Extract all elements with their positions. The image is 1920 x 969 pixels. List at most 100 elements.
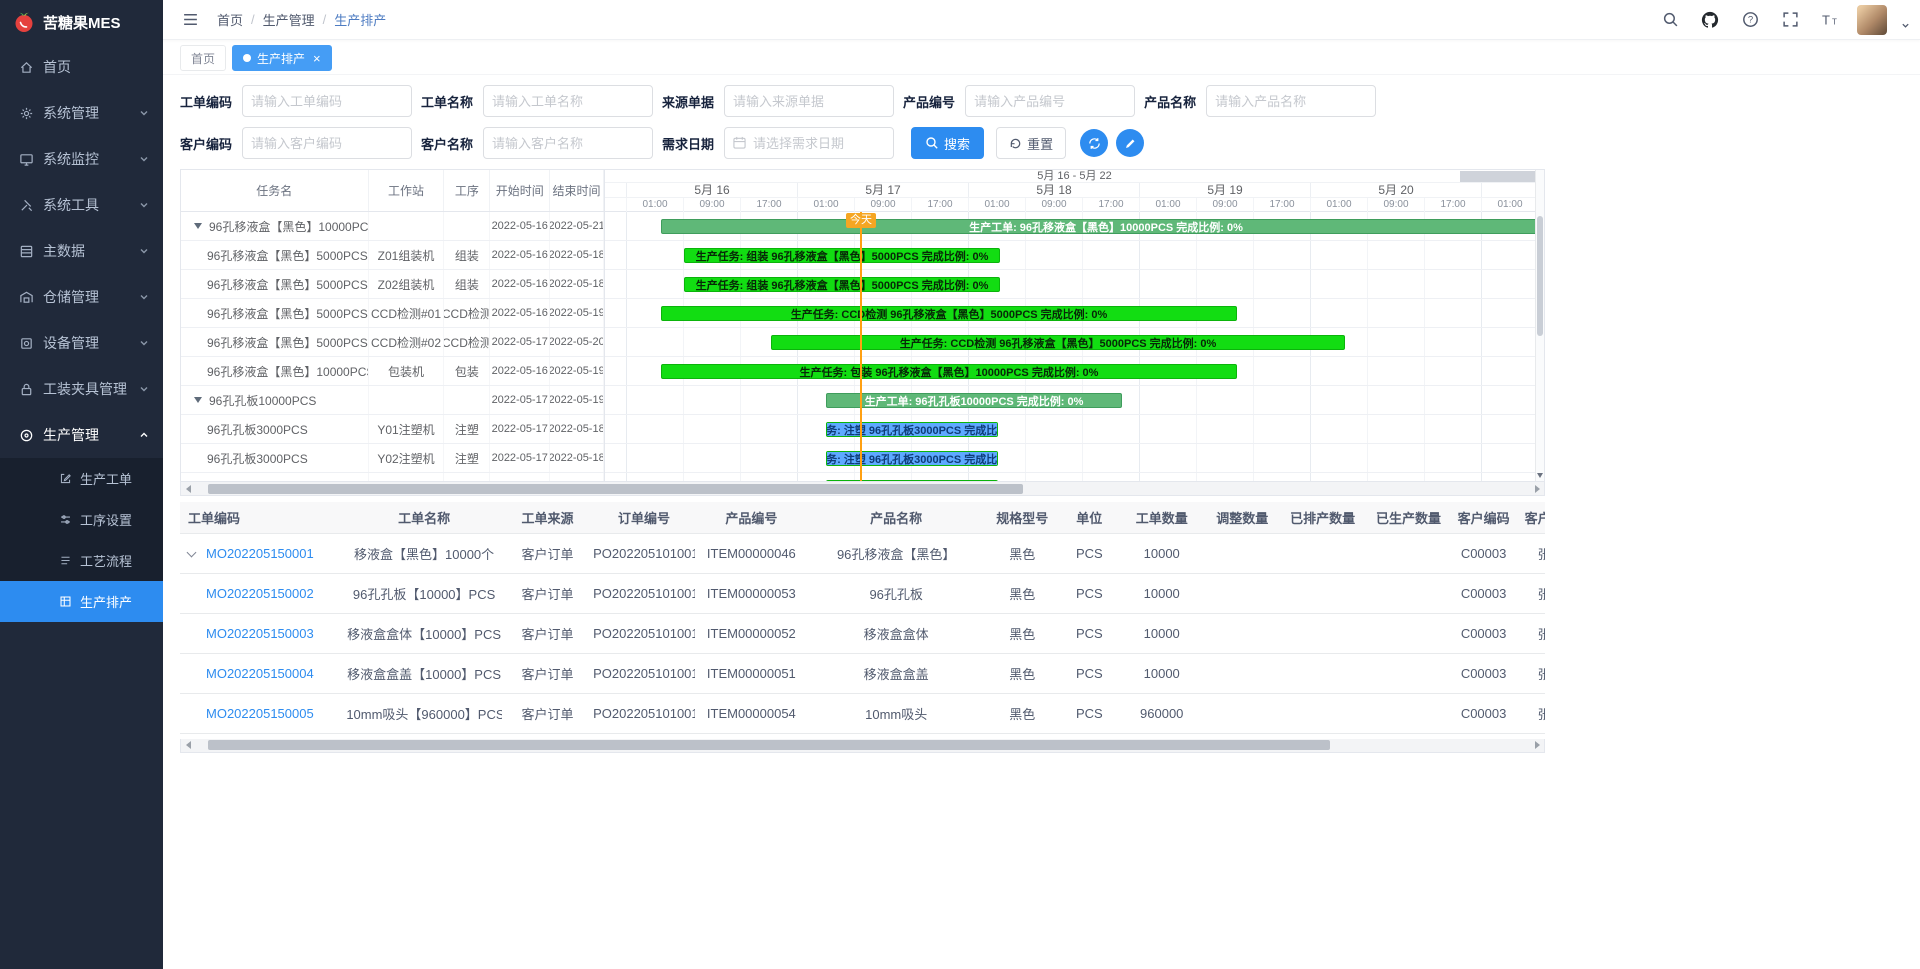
timeline-days-row: 5月 165月 175月 185月 195月 205月 215月 22: [605, 183, 1544, 197]
help-icon[interactable]: ?: [1737, 7, 1763, 33]
scroll-right-arrow-icon[interactable]: [1530, 739, 1544, 751]
gantt-task-row[interactable]: 96孔孔板3000PCSY02注塑机注塑2022-05-172022-05-18: [181, 444, 604, 473]
breadcrumb-production-management[interactable]: 生产管理: [263, 10, 315, 29]
expand-chevron-icon[interactable]: [187, 547, 197, 557]
task-bar[interactable]: 生产任务: 包装 96孔移液盒【黑色】10000PCS 完成比例: 0%: [661, 364, 1237, 379]
timeline-hour-label: 09:00: [683, 198, 740, 212]
task-bar[interactable]: 生产任务: 组装 96孔移液盒【黑色】5000PCS 完成比例: 0%: [684, 277, 1000, 292]
sidebar-collapse-icon[interactable]: [177, 7, 203, 33]
gantt-task-row[interactable]: 96孔孔板10000PCS2022-05-172022-05-19: [181, 386, 604, 415]
orders-cell: ITEM00000051: [695, 653, 808, 693]
sidebar-item-system-monitor[interactable]: 系统监控: [0, 136, 163, 182]
edit-button[interactable]: [1116, 129, 1144, 157]
search-ic[interactable]: [1657, 7, 1683, 33]
collapse-triangle-icon[interactable]: [194, 397, 202, 403]
work-order-link[interactable]: MO202205150004: [206, 666, 314, 681]
gantt-task-row[interactable]: 96孔移液盒【黑色】5000PCSCCD检测#02CCD检测2022-05-17…: [181, 328, 604, 357]
scroll-left-arrow-icon[interactable]: [181, 739, 195, 751]
work-order-link[interactable]: MO202205150005: [206, 706, 314, 721]
search-button[interactable]: 搜索: [911, 127, 984, 159]
app-logo[interactable]: 苦糖果MES: [0, 0, 163, 44]
tab-home[interactable]: 首页: [180, 45, 226, 71]
tab-close-icon[interactable]: ×: [313, 52, 321, 65]
sidebar-item-fixture-management[interactable]: 工装夹具管理: [0, 366, 163, 412]
collapse-triangle-icon[interactable]: [194, 223, 202, 229]
orders-cell: 10000: [1119, 573, 1205, 613]
sidebar-item-process-flow[interactable]: 工艺流程: [0, 540, 163, 581]
gantt-task-row[interactable]: 96孔移液盒【黑色】10000PCS包装机包装2022-05-162022-05…: [181, 357, 604, 386]
work-order-bar[interactable]: 生产工单: 96孔移液盒【黑色】10000PCS 完成比例: 0%: [661, 219, 1544, 234]
work-order-bar[interactable]: 生产工单: 96孔孔板10000PCS 完成比例: 0%: [826, 393, 1122, 408]
filter-input[interactable]: [724, 85, 894, 117]
sidebar-item-production-management[interactable]: 生产管理: [0, 412, 163, 458]
end-date-cell: 2022-05-20: [550, 328, 604, 356]
warehouse-icon: [18, 289, 34, 305]
task-bar[interactable]: 生产任务: 注塑 96孔孔板3000PCS 完成比例: 0%: [826, 422, 998, 437]
gantt-task-row[interactable]: 96孔移液盒【黑色】5000PCSCCD检测#01CCD检测2022-05-16…: [181, 299, 604, 328]
work-order-link[interactable]: MO202205150001: [206, 546, 314, 561]
gantt-task-row[interactable]: 96孔孔板3000PCSY03注塑机注塑2022-05-172022-05-18: [181, 473, 604, 481]
user-menu-caret-icon[interactable]: [1901, 21, 1910, 30]
refresh-button[interactable]: [1080, 129, 1108, 157]
scrollbar-thumb[interactable]: [208, 484, 1022, 494]
process-cell: [444, 386, 490, 414]
font-size-icon[interactable]: TT: [1817, 7, 1843, 33]
chevron-down-icon: [139, 154, 149, 164]
scroll-down-arrow-icon[interactable]: [1537, 473, 1543, 478]
task-bar[interactable]: 生产任务: CCD检测 96孔移液盒【黑色】5000PCS 完成比例: 0%: [771, 335, 1345, 350]
sidebar-item-home[interactable]: 首页: [0, 44, 163, 90]
orders-column-header: 工单编码: [180, 502, 346, 533]
filter-input[interactable]: [1206, 85, 1376, 117]
scrollbar-track[interactable]: [195, 483, 1530, 495]
breadcrumb-home[interactable]: 首页: [217, 10, 243, 29]
sidebar-item-master-data[interactable]: 主数据: [0, 228, 163, 274]
scrollbar-track[interactable]: [195, 739, 1530, 751]
reset-button[interactable]: 重置: [996, 127, 1066, 159]
table-horizontal-scrollbar[interactable]: [180, 739, 1545, 753]
scrollbar-thumb[interactable]: [1537, 216, 1543, 336]
scroll-right-arrow-icon[interactable]: [1530, 483, 1544, 495]
filter-input[interactable]: [965, 85, 1135, 117]
tab-active-dot: [243, 54, 251, 62]
filter-input[interactable]: [242, 85, 412, 117]
sidebar-item-warehouse-management[interactable]: 仓储管理: [0, 274, 163, 320]
sidebar-item-equipment-management[interactable]: 设备管理: [0, 320, 163, 366]
gantt-task-row[interactable]: 96孔移液盒【黑色】10000PCS2022-05-162022-05-21: [181, 212, 604, 241]
filter-field: 产品编号: [903, 85, 1135, 117]
work-order-link[interactable]: MO202205150002: [206, 586, 314, 601]
task-name-cell: 96孔移液盒【黑色】10000PCS: [181, 357, 369, 385]
scroll-left-arrow-icon[interactable]: [181, 483, 195, 495]
gantt-vertical-scrollbar[interactable]: [1535, 170, 1544, 481]
github-icon[interactable]: [1697, 7, 1723, 33]
start-date-cell: 2022-05-17: [490, 415, 550, 443]
task-bar[interactable]: 生产任务: 注塑 96孔孔板3000PCS 完成比例: 0%: [826, 480, 998, 481]
task-name-text: 96孔移液盒【黑色】10000PCS: [207, 363, 369, 380]
sidebar-item-process-settings[interactable]: 工序设置: [0, 499, 163, 540]
gantt-bars-area: 生产工单: 96孔移液盒【黑色】10000PCS 完成比例: 0% 生产任务: 组…: [605, 212, 1544, 481]
filter-input[interactable]: [242, 127, 412, 159]
orders-cell: C00003: [1451, 533, 1515, 573]
gantt-horizontal-scrollbar[interactable]: [180, 482, 1545, 496]
fullscreen-icon[interactable]: [1777, 7, 1803, 33]
user-avatar[interactable]: [1857, 5, 1887, 35]
filter-label: 需求日期: [662, 134, 714, 153]
work-order-link[interactable]: MO202205150003: [206, 626, 314, 641]
sidebar-item-system-management[interactable]: 系统管理: [0, 90, 163, 136]
tab-production-schedule[interactable]: 生产排产 ×: [232, 45, 332, 71]
gantt-task-row[interactable]: 96孔移液盒【黑色】5000PCSZ01组装机组装2022-05-162022-…: [181, 241, 604, 270]
sidebar-item-system-tools[interactable]: 系统工具: [0, 182, 163, 228]
scrollbar-thumb[interactable]: [208, 740, 1329, 750]
task-bar[interactable]: 生产任务: 组装 96孔移液盒【黑色】5000PCS 完成比例: 0%: [684, 248, 1000, 263]
task-bar[interactable]: 生产任务: 注塑 96孔孔板3000PCS 完成比例: 0%: [826, 451, 998, 466]
demand-date-input[interactable]: [724, 127, 894, 159]
timeline-hour-label: 09:00: [1367, 198, 1424, 212]
orders-cell: [1205, 573, 1280, 613]
sidebar-item-production-work-order[interactable]: 生产工单: [0, 458, 163, 499]
filter-input[interactable]: [483, 85, 653, 117]
sidebar-item-production-schedule[interactable]: 生产排产: [0, 581, 163, 622]
task-bar[interactable]: 生产任务: CCD检测 96孔移液盒【黑色】5000PCS 完成比例: 0%: [661, 306, 1237, 321]
gantt-task-row[interactable]: 96孔移液盒【黑色】5000PCSZ02组装机组装2022-05-162022-…: [181, 270, 604, 299]
filter-input[interactable]: [483, 127, 653, 159]
gantt-task-row[interactable]: 96孔孔板3000PCSY01注塑机注塑2022-05-172022-05-18: [181, 415, 604, 444]
orders-cell: PCS: [1060, 573, 1119, 613]
